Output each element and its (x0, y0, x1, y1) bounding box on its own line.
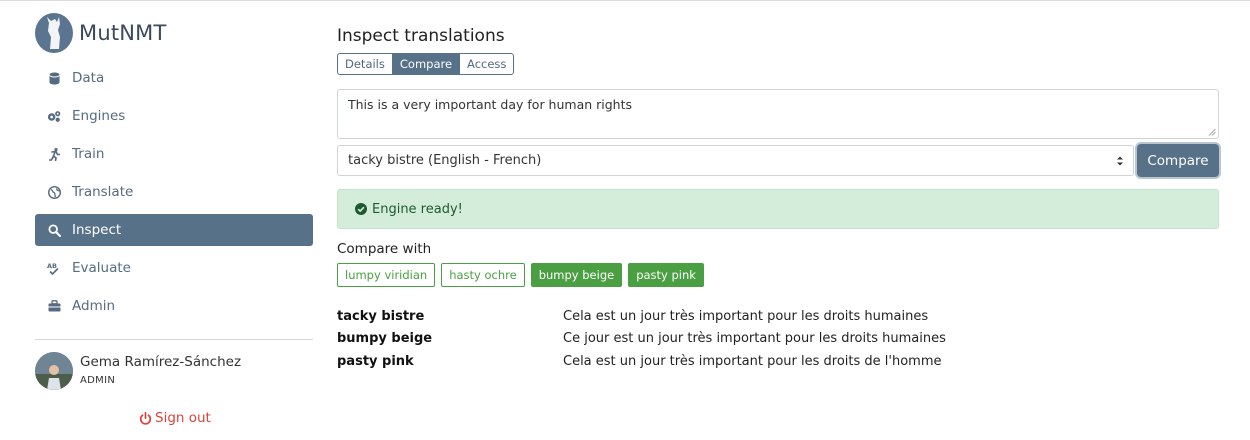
alert-text: Engine ready! (372, 201, 463, 217)
tab-compare[interactable]: Compare (392, 53, 461, 75)
sidebar-item-label: Inspect (72, 222, 122, 238)
source-text-value: This is a very important day for human r… (348, 97, 633, 112)
avatar (35, 352, 73, 390)
sidebar-nav: Data Engines Train Translate Inspect AB … (35, 62, 313, 328)
tab-access[interactable]: Access (460, 53, 515, 75)
sidebar-divider (35, 339, 313, 340)
select-arrows-icon (1117, 156, 1123, 166)
database-icon (47, 71, 61, 85)
brand-name: MutNMT (79, 21, 167, 45)
spellcheck-icon: AB (47, 261, 61, 275)
sidebar-item-admin[interactable]: Admin (35, 290, 313, 322)
engine-select-value: tacky bistre (English - French) (348, 153, 542, 168)
sidebar-item-evaluate[interactable]: AB Evaluate (35, 252, 313, 284)
engine-status-alert: Engine ready! (337, 189, 1219, 229)
svg-text:AB: AB (47, 262, 57, 270)
result-row: pasty pink Cela est un jour très importa… (337, 350, 1219, 373)
engine-select[interactable]: tacky bistre (English - French) (337, 145, 1134, 176)
result-translation: Cela est un jour très important pour les… (563, 353, 942, 369)
sidebar-item-label: Translate (72, 184, 134, 200)
chip-pasty-pink[interactable]: pasty pink (628, 263, 704, 287)
cogs-icon (47, 109, 61, 123)
user-role: ADMIN (80, 375, 116, 386)
inspect-tabs: Details Compare Access (337, 53, 515, 75)
toolbox-icon (47, 299, 61, 313)
result-translation: Ce jour est un jour très important pour … (563, 331, 946, 347)
sidebar: MutNMT Data Engines Train Translate Insp… (35, 0, 313, 440)
sidebar-item-inspect[interactable]: Inspect (35, 214, 313, 246)
compare-with-label: Compare with (337, 241, 432, 257)
chip-lumpy-viridian[interactable]: lumpy viridian (337, 263, 436, 287)
sidebar-item-label: Engines (72, 108, 126, 124)
sidebar-item-label: Train (72, 146, 105, 162)
tab-details[interactable]: Details (337, 53, 393, 75)
comparison-results: tacky bistre Cela est un jour très impor… (337, 305, 1219, 373)
brand[interactable]: MutNMT (35, 12, 167, 54)
search-icon (47, 223, 61, 237)
sidebar-item-train[interactable]: Train (35, 138, 313, 170)
result-engine: bumpy beige (337, 331, 433, 347)
sidebar-item-label: Evaluate (72, 260, 131, 276)
result-engine: tacky bistre (337, 308, 425, 324)
result-row: bumpy beige Ce jour est un jour très imp… (337, 328, 1219, 351)
user-profile[interactable]: Gema Ramírez-Sánchez ADMIN (35, 352, 241, 390)
brand-logo-icon (35, 13, 73, 53)
chip-hasty-ochre[interactable]: hasty ochre (441, 263, 525, 287)
page-title: Inspect translations (337, 26, 505, 46)
sidebar-item-engines[interactable]: Engines (35, 100, 313, 132)
result-engine: pasty pink (337, 353, 414, 369)
sidebar-item-label: Data (72, 70, 105, 86)
resize-grip-icon[interactable] (1208, 128, 1216, 136)
compare-button[interactable]: Compare (1137, 144, 1219, 177)
sidebar-item-data[interactable]: Data (35, 62, 313, 94)
main-content: Inspect translations Details Compare Acc… (337, 0, 1219, 440)
check-circle-icon (355, 203, 367, 215)
sign-out-label: Sign out (155, 410, 211, 426)
result-row: tacky bistre Cela est un jour très impor… (337, 305, 1219, 328)
power-icon (139, 411, 152, 425)
chip-bumpy-beige[interactable]: bumpy beige (530, 263, 623, 287)
running-icon (47, 147, 61, 161)
sidebar-item-translate[interactable]: Translate (35, 176, 313, 208)
compare-engine-chips: lumpy viridian hasty ochre bumpy beige p… (337, 263, 710, 287)
user-name: Gema Ramírez-Sánchez (80, 354, 242, 370)
result-translation: Cela est un jour très important pour les… (563, 308, 929, 324)
sign-out-button[interactable]: Sign out (139, 410, 211, 426)
sidebar-item-label: Admin (72, 298, 116, 314)
source-text-input[interactable]: This is a very important day for human r… (337, 89, 1219, 139)
user-info: Gema Ramírez-Sánchez ADMIN (80, 354, 241, 386)
globe-icon (47, 185, 61, 199)
